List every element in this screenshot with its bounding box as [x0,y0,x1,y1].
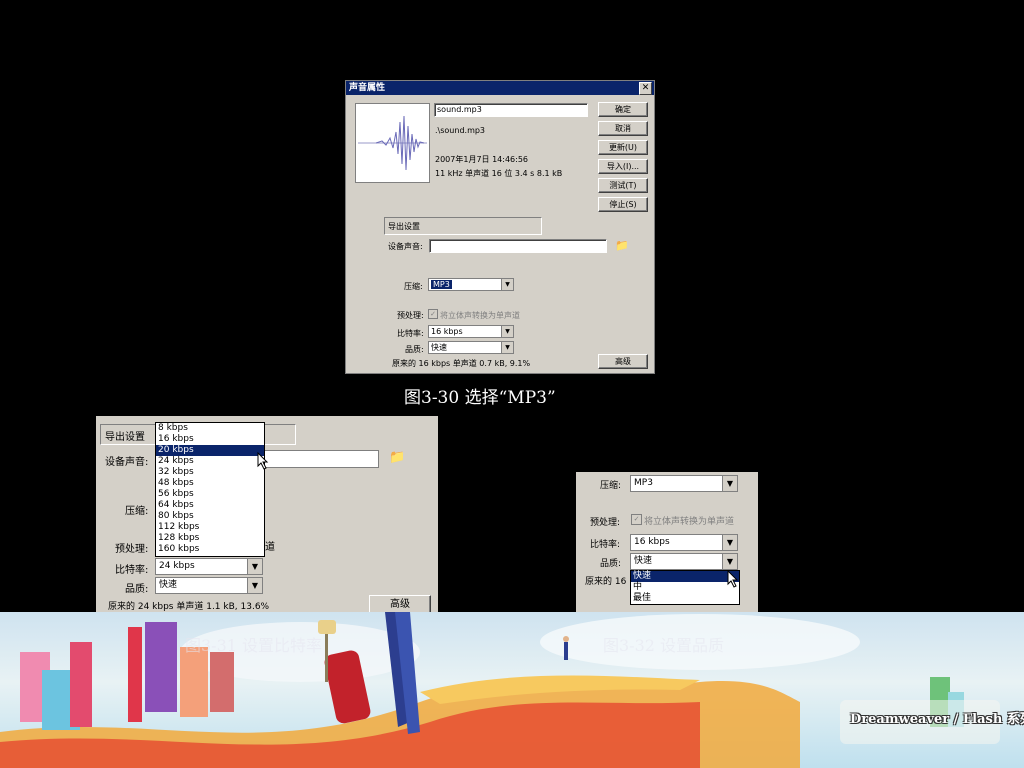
bitrate-select[interactable]: 16 kbps ▼ [428,325,514,338]
bitrate-label: 比特率: [397,329,424,338]
file-format: 11 kHz 单声道 16 位 3.4 s 8.1 kB [435,169,563,178]
bitrate-dropdown-list[interactable]: 8 kbps 16 kbps 20 kbps 24 kbps 32 kbps 4… [155,422,265,557]
preprocess-text: 将立体声转换为单声道 [440,311,520,320]
device-sound-input[interactable] [256,450,379,468]
device-sound-label: 设备声音: [105,457,149,468]
quality-panel: 压缩: MP3 ▼ 预处理: ✓ 将立体声转换为单声道 比特率: 16 kbps… [576,472,758,616]
close-button[interactable]: ✕ [639,82,652,95]
list-item[interactable]: 112 kbps [156,522,264,533]
compression-label: 压缩: [404,282,423,291]
file-path: .\sound.mp3 [435,126,486,135]
figure-caption-2: 图3-31 设置比特率 [185,636,323,655]
bitrate-label: 比特率: [590,540,621,550]
quality-select[interactable]: 快速 ▼ [155,577,263,594]
compression-value: MP3 [431,280,452,289]
chevron-down-icon[interactable]: ▼ [722,476,737,491]
mouse-cursor-icon [257,452,269,470]
figure-caption-1: 图3-30 选择“MP3” [404,388,556,408]
filename-field[interactable]: sound.mp3 [434,103,588,117]
file-date: 2007年1月7日 14:46:56 [435,155,529,164]
preprocess-label: 预处理: [397,311,424,320]
advanced-button[interactable]: 高级 [598,354,648,369]
bitrate-value: 16 kbps [431,327,463,336]
dialog-title-bar: 声音属性 ✕ [346,81,654,95]
chevron-down-icon[interactable]: ▼ [722,535,737,550]
preprocess-text-tail: 道 [265,542,275,553]
import-button[interactable]: 导入(I)... [598,159,648,174]
chevron-down-icon[interactable]: ▼ [501,342,513,353]
list-item[interactable]: 80 kbps [156,511,264,522]
figure-caption-3: 图3-32 设置品质 [603,636,725,655]
waveform-graphic [358,115,427,171]
export-settings-label: 导出设置 [388,222,420,231]
quality-label: 品质: [600,559,622,569]
preprocess-label: 预处理: [590,518,621,528]
chevron-down-icon[interactable]: ▼ [501,326,513,337]
chevron-down-icon[interactable]: ▼ [247,559,262,574]
summary-text: 原来的 16 kbps 单声道 0.7 kB, 9.1% [392,359,531,368]
summary-text: 原来的 24 kbps 单声道 1.1 kB, 13.6% [108,602,270,612]
quality-select[interactable]: 快速 ▼ [630,553,738,570]
sound-properties-dialog: 声音属性 ✕ sound.mp3 .\sound.mp3 2007年1月7日 1… [345,80,655,374]
list-item[interactable]: 64 kbps [156,500,264,511]
stop-button[interactable]: 停止(S) [598,197,648,212]
bitrate-select[interactable]: 16 kbps ▼ [630,534,738,551]
list-item[interactable]: 最佳 [631,593,739,604]
bitrate-select[interactable]: 24 kbps ▼ [155,558,263,575]
quality-label: 品质: [405,345,424,354]
chevron-down-icon[interactable]: ▼ [247,578,262,593]
ok-button[interactable]: 确定 [598,102,648,117]
compression-label: 压缩: [125,506,149,517]
test-button[interactable]: 测试(T) [598,178,648,193]
folder-icon[interactable]: 📁 [615,239,629,252]
chevron-down-icon[interactable]: ▼ [501,279,513,290]
preprocess-checkbox[interactable]: ✓ [428,309,438,319]
list-item[interactable]: 160 kbps [156,544,264,555]
list-item[interactable]: 48 kbps [156,478,264,489]
device-sound-label: 设备声音: [388,242,423,251]
logo-text: Dreamweaver / Flash 系列 [850,712,1024,727]
quality-value: 快速 [431,343,447,352]
compression-label: 压缩: [600,481,622,491]
preprocess-text: 将立体声转换为单声道 [644,517,735,527]
list-item-selected[interactable]: 快速 [631,571,739,582]
mouse-cursor-icon [727,570,739,588]
waveform-preview [355,103,430,183]
device-sound-input[interactable] [429,239,607,253]
list-item[interactable]: 128 kbps [156,533,264,544]
bitrate-value: 24 kbps [159,561,195,571]
dialog-title: 声音属性 [349,83,386,93]
list-item[interactable]: 中 [631,582,739,593]
quality-dropdown-list[interactable]: 快速 中 最佳 [630,570,740,605]
list-item[interactable]: 32 kbps [156,467,264,478]
quality-select[interactable]: 快速 ▼ [428,341,514,354]
decorative-banner: Dreamweaver / Flash 系列 图3-31 设置比特率 图3-32… [0,612,1024,768]
quality-value: 快速 [159,580,178,590]
compression-select[interactable]: MP3 ▼ [630,475,738,492]
banner-illustration [0,612,1000,768]
list-item[interactable]: 24 kbps [156,456,264,467]
update-button[interactable]: 更新(U) [598,140,648,155]
bitrate-label: 比特率: [115,565,149,576]
list-item[interactable]: 56 kbps [156,489,264,500]
export-settings-label: 导出设置 [105,432,145,443]
list-item-selected[interactable]: 20 kbps [156,445,264,456]
chevron-down-icon[interactable]: ▼ [722,554,737,569]
bitrate-panel: 导出设置 设备声音: 📁 压缩: 预处理: 道 比特率: 24 kbps ▼ 品… [96,416,438,618]
quality-label: 品质: [125,584,149,595]
cancel-button[interactable]: 取消 [598,121,648,136]
preprocess-label: 预处理: [115,544,149,555]
list-item[interactable]: 16 kbps [156,434,264,445]
compression-value: MP3 [634,478,653,488]
compression-select[interactable]: MP3 ▼ [428,278,514,291]
folder-icon[interactable]: 📁 [389,450,405,465]
preprocess-checkbox[interactable]: ✓ [631,514,642,525]
summary-text: 原来的 16 [585,577,627,587]
quality-value: 快速 [634,556,653,566]
bitrate-value: 16 kbps [634,537,670,547]
list-item[interactable]: 8 kbps [156,423,264,434]
